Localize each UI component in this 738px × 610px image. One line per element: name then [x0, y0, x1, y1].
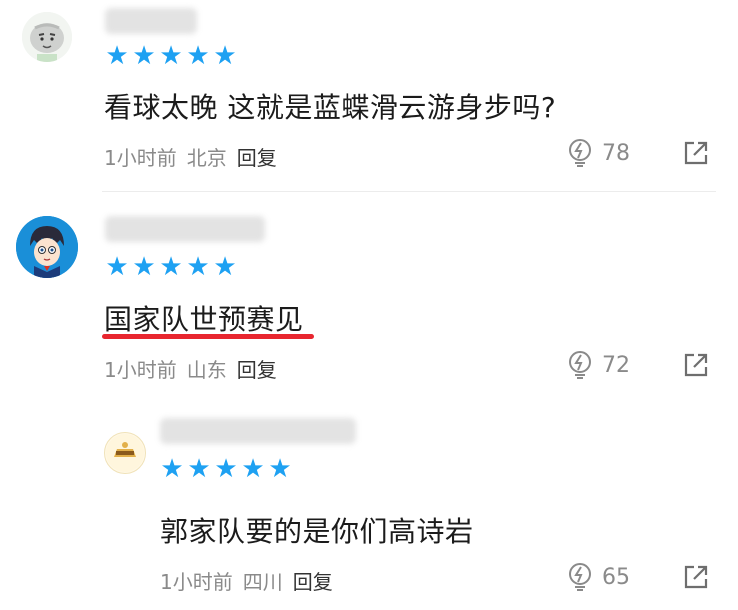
star-icon: ★ [213, 41, 237, 71]
star-icon: ★ [241, 454, 265, 484]
comment-meta: 1小时前 山东 回复 [104, 354, 277, 383]
like-count: 72 [602, 352, 630, 378]
star-icon: ★ [132, 41, 156, 71]
comment-time: 1小时前 [104, 358, 177, 382]
user-avatar[interactable] [104, 432, 146, 474]
like-count: 65 [602, 564, 630, 590]
reply-button[interactable]: 回复 [293, 570, 333, 594]
share-icon[interactable] [682, 351, 710, 379]
star-icon: ★ [105, 252, 129, 282]
comment-meta: 1小时前 四川 回复 [160, 566, 333, 595]
anime-character-icon [16, 216, 78, 278]
user-avatar[interactable] [22, 12, 72, 62]
divider [102, 191, 716, 192]
star-icon: ★ [132, 252, 156, 282]
share-icon[interactable] [682, 139, 710, 167]
rating-stars: ★ ★ ★ ★ ★ [105, 41, 237, 71]
comment-text: 看球太晚 这就是蓝蝶滑云游身步吗? [104, 91, 557, 124]
comment-location: 北京 [186, 146, 227, 170]
grey-cartoon-face-icon [22, 12, 72, 62]
rating-stars: ★ ★ ★ ★ ★ [160, 454, 292, 484]
rating-stars: ★ ★ ★ ★ ★ [105, 252, 237, 282]
like-button[interactable]: 65 [566, 562, 630, 592]
star-icon: ★ [187, 454, 211, 484]
comment-time: 1小时前 [160, 570, 233, 594]
highlight-underline [102, 334, 314, 339]
username-blurred[interactable] [105, 8, 197, 34]
lightbulb-like-icon [569, 139, 591, 167]
yellow-badge-icon [106, 434, 144, 472]
user-avatar[interactable] [16, 216, 78, 278]
star-icon: ★ [213, 252, 237, 282]
lightbulb-like-icon [569, 563, 591, 591]
reply-button[interactable]: 回复 [237, 146, 277, 170]
star-icon: ★ [214, 454, 238, 484]
star-icon: ★ [159, 41, 183, 71]
comment-location: 山东 [186, 358, 227, 382]
star-icon: ★ [159, 252, 183, 282]
lightbulb-like-icon [569, 351, 591, 379]
star-icon: ★ [268, 454, 292, 484]
star-icon: ★ [186, 252, 210, 282]
like-button[interactable]: 78 [566, 138, 630, 168]
star-icon: ★ [105, 41, 129, 71]
username-blurred[interactable] [160, 418, 356, 444]
username-blurred[interactable] [105, 216, 265, 242]
comment-time: 1小时前 [104, 146, 177, 170]
like-button[interactable]: 72 [566, 350, 630, 380]
comment-text: 国家队世预赛见 [104, 303, 304, 336]
comment-meta: 1小时前 北京 回复 [104, 142, 277, 171]
star-icon: ★ [160, 454, 184, 484]
like-count: 78 [602, 140, 630, 166]
reply-button[interactable]: 回复 [237, 358, 277, 382]
share-icon[interactable] [682, 563, 710, 591]
comment-location: 四川 [242, 570, 283, 594]
star-icon: ★ [186, 41, 210, 71]
comment-text: 郭家队要的是你们高诗岩 [160, 515, 474, 548]
